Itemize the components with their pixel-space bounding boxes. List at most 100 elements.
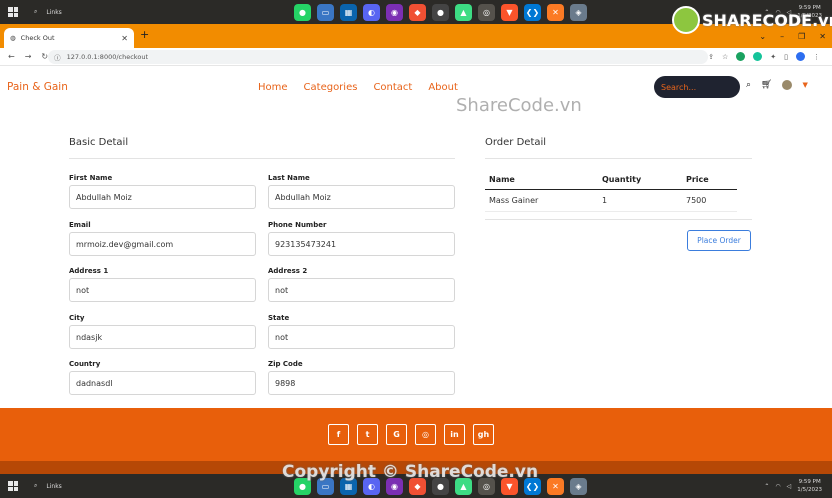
chevron-up-icon[interactable]: ⌃ [764, 483, 769, 490]
first-name-label: First Name [69, 174, 113, 182]
table-row: Mass Gainer 1 7500 [485, 189, 737, 212]
start-button[interactable] [0, 474, 26, 498]
wifi-icon[interactable]: ◠ [775, 483, 780, 490]
address1-field[interactable]: not [69, 278, 256, 302]
nav-home[interactable]: Home [258, 82, 288, 93]
nav-icons: ⌕ 🛒︎ ▼ [746, 80, 808, 90]
email-label: Email [69, 221, 91, 229]
zip-label: Zip Code [268, 360, 303, 368]
system-tray: ⌃ ◠ ◁ 9:59 PM 1/5/2023 [764, 478, 832, 494]
extension-icon[interactable] [736, 52, 746, 61]
taskbar-apps: ● ▭ ▦ ◐ ◉ ◆ ● ▲ ◎ ▼ ❮❯ ✕ ◈ [294, 3, 587, 21]
taskbar-search[interactable]: ⌕ Links [26, 482, 256, 490]
windows-icon [8, 7, 18, 17]
other-icon[interactable]: ◈ [570, 477, 587, 495]
social-links: f t G ◎ in gh [328, 424, 494, 445]
zip-field[interactable]: 9898 [268, 371, 455, 395]
city-field[interactable]: ndasjk [69, 325, 256, 349]
watermark-logo: SHARECODE.vn [672, 6, 832, 34]
quantity-cell: 1 [598, 189, 682, 212]
price-cell: 7500 [682, 189, 737, 212]
menu-icon[interactable]: ⋮ [813, 53, 820, 61]
address2-label: Address 2 [268, 267, 308, 275]
forward-icon[interactable]: → [25, 52, 32, 61]
phone-field[interactable]: 923135473241 [268, 232, 455, 256]
back-icon[interactable]: ← [8, 52, 15, 61]
sharecode-logo-icon [672, 6, 700, 34]
cart-icon[interactable]: 🛒︎ [761, 80, 772, 90]
clock[interactable]: 9:59 PM 1/5/2023 [797, 478, 822, 494]
search-icon[interactable]: ⌕ [746, 80, 751, 90]
obs-icon[interactable]: ◉ [386, 3, 403, 21]
start-button[interactable] [0, 0, 26, 24]
twitter-icon[interactable]: t [357, 424, 378, 445]
brave-icon[interactable]: ▼ [501, 3, 518, 21]
xampp-icon[interactable]: ✕ [547, 477, 564, 495]
product-name-cell: Mass Gainer [485, 189, 598, 212]
last-name-field[interactable]: Abdullah Moiz [268, 185, 455, 209]
nav-categories[interactable]: Categories [304, 82, 358, 93]
tab-checkout[interactable]: ◍ Check Out ✕ [4, 28, 134, 48]
github-icon[interactable]: ● [432, 3, 449, 21]
sidebar-icon[interactable]: ▯ [784, 53, 788, 61]
volume-icon[interactable]: ◁ [787, 483, 792, 490]
search-input[interactable]: Search... [654, 76, 740, 98]
state-field[interactable]: not [268, 325, 455, 349]
android-icon[interactable]: ▲ [455, 3, 472, 21]
basic-detail-divider [69, 158, 455, 159]
close-icon[interactable]: ✕ [121, 34, 128, 43]
nav-about[interactable]: About [428, 82, 458, 93]
whatsapp-icon[interactable]: ● [294, 3, 311, 21]
store-icon[interactable]: ▦ [340, 3, 357, 21]
taskbar-search-label: Links [46, 8, 62, 16]
brand-logo[interactable]: Pain & Gain [7, 81, 68, 93]
facebook-icon[interactable]: f [328, 424, 349, 445]
phone-label: Phone Number [268, 221, 327, 229]
place-order-button[interactable]: Place Order [687, 230, 751, 251]
discord-icon[interactable]: ◐ [363, 3, 380, 21]
order-detail-title: Order Detail [485, 137, 547, 148]
xampp-icon[interactable]: ✕ [547, 3, 564, 21]
git-icon[interactable]: ◆ [409, 3, 426, 21]
vscode-icon[interactable]: ❮❯ [524, 3, 541, 21]
order-bottom-divider [485, 219, 752, 220]
toolbar-right: ⇪ ☆ ✦ ▯ ⋮ [708, 52, 832, 61]
address2-field[interactable]: not [268, 278, 455, 302]
linkedin-icon[interactable]: in [444, 424, 465, 445]
first-name-field[interactable]: Abdullah Moiz [69, 185, 256, 209]
order-detail-divider [485, 158, 752, 159]
terminal-icon[interactable]: ▭ [317, 3, 334, 21]
search-icon: ⌕ [34, 482, 38, 489]
share-icon[interactable]: ⇪ [708, 53, 714, 61]
browser-icon[interactable]: ◎ [478, 3, 495, 21]
star-icon[interactable]: ☆ [722, 53, 728, 61]
nav-contact[interactable]: Contact [373, 82, 412, 93]
reload-icon[interactable]: ↻ [41, 52, 48, 61]
email-field[interactable]: mrmoiz.dev@gmail.com [69, 232, 256, 256]
new-tab-button[interactable]: + [140, 28, 149, 41]
profile-icon[interactable] [796, 52, 805, 61]
country-label: Country [69, 360, 101, 368]
grammarly-icon[interactable] [753, 52, 763, 61]
github-icon[interactable]: gh [473, 424, 494, 445]
clock-time: 9:59 PM [798, 479, 821, 485]
taskbar-search[interactable]: ⌕ Links [26, 8, 256, 16]
puzzle-icon[interactable]: ✦ [770, 53, 776, 61]
other-icon[interactable]: ◈ [570, 3, 587, 21]
country-field[interactable]: dadnasdl [69, 371, 256, 395]
column-header-name: Name [485, 170, 598, 190]
address1-label: Address 1 [69, 267, 109, 275]
search-icon: ⌕ [34, 8, 38, 15]
avatar[interactable] [782, 80, 793, 90]
info-icon[interactable]: ⓘ [54, 52, 61, 62]
column-header-price: Price [682, 170, 737, 190]
url-field[interactable]: ⓘ 127.0.0.1:8000/checkout [48, 49, 709, 64]
state-label: State [268, 314, 290, 322]
caret-down-icon[interactable]: ▼ [802, 81, 807, 89]
column-header-quantity: Quantity [598, 170, 682, 190]
google-icon[interactable]: G [386, 424, 407, 445]
nav-buttons: ← → ↻ [0, 52, 48, 61]
instagram-icon[interactable]: ◎ [415, 424, 436, 445]
globe-icon: ◍ [10, 34, 16, 42]
site-navbar: Pain & Gain Home Categories Contact Abou… [0, 68, 832, 106]
